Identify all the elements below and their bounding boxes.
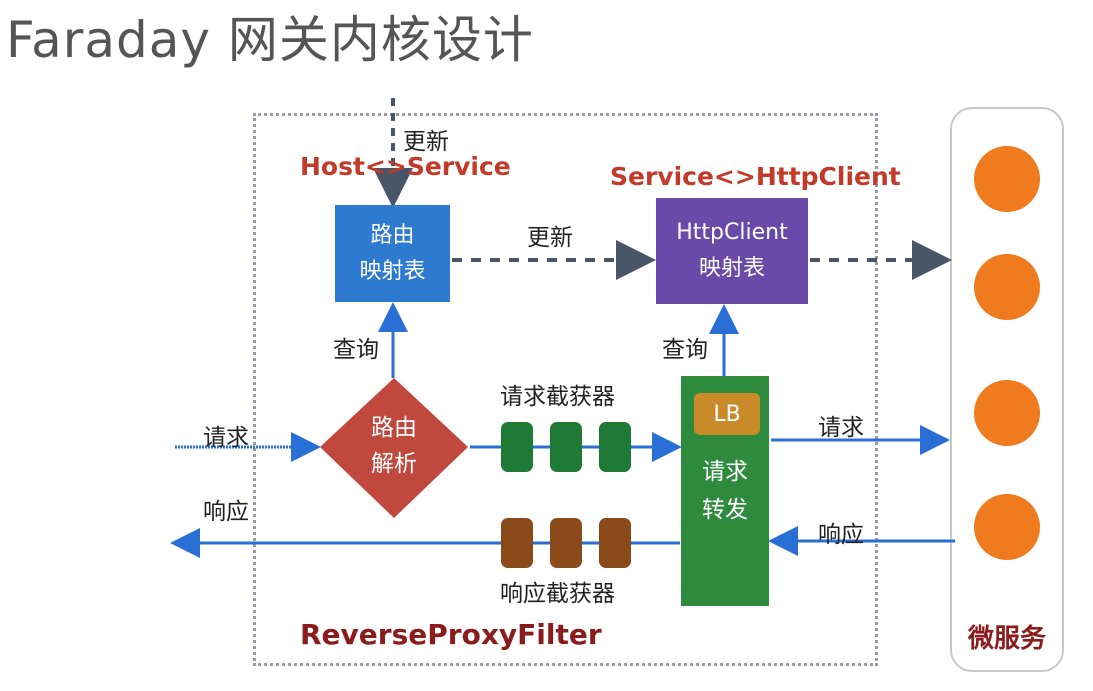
- route-table-line1: 路由: [370, 222, 415, 248]
- reverse-proxy-filter-label: ReverseProxyFilter: [300, 618, 602, 651]
- response-interceptor-chip: [550, 518, 582, 568]
- query-label-right: 查询: [662, 337, 708, 363]
- forward-label: 请求 转发: [681, 453, 769, 529]
- request-interceptor-chip: [501, 422, 533, 472]
- request-interceptor-chip: [599, 422, 631, 472]
- request-out-label: 请求: [818, 415, 864, 441]
- forward-line2: 转发: [702, 497, 748, 523]
- microservices-label: 微服务: [967, 624, 1046, 654]
- update-label-top: 更新: [403, 129, 449, 155]
- response-interceptor-chip: [599, 518, 631, 568]
- service-httpclient-label: Service<>HttpClient: [610, 162, 901, 191]
- route-parse-line1: 路由: [371, 415, 417, 441]
- response-interceptor-chip: [501, 518, 533, 568]
- response-in-label: 响应: [818, 522, 864, 548]
- request-in-label: 请求: [203, 425, 249, 451]
- query-label-left: 查询: [333, 337, 379, 363]
- microservice-node: [974, 254, 1040, 320]
- response-out-label: 响应: [203, 499, 249, 525]
- load-balancer-badge: LB: [694, 393, 760, 435]
- route-parse-line2: 解析: [371, 451, 417, 477]
- httpclient-mapping-table: HttpClient 映射表: [656, 198, 808, 304]
- microservice-node: [974, 146, 1040, 212]
- route-parse-label: 路由 解析: [320, 410, 468, 482]
- host-service-label: Host<>Service: [300, 152, 511, 181]
- route-mapping-table: 路由 映射表: [335, 205, 450, 302]
- forward-line1: 请求: [702, 459, 748, 485]
- response-interceptor-label: 响应截获器: [500, 581, 615, 607]
- request-interceptor-label: 请求截获器: [500, 384, 615, 410]
- microservice-node: [974, 380, 1040, 446]
- microservice-node: [974, 494, 1040, 560]
- update-label-mid: 更新: [527, 225, 573, 251]
- request-interceptor-chip: [550, 422, 582, 472]
- httpclient-table-line1: HttpClient: [676, 220, 788, 245]
- httpclient-table-line2: 映射表: [698, 256, 765, 281]
- route-table-line2: 映射表: [359, 258, 426, 284]
